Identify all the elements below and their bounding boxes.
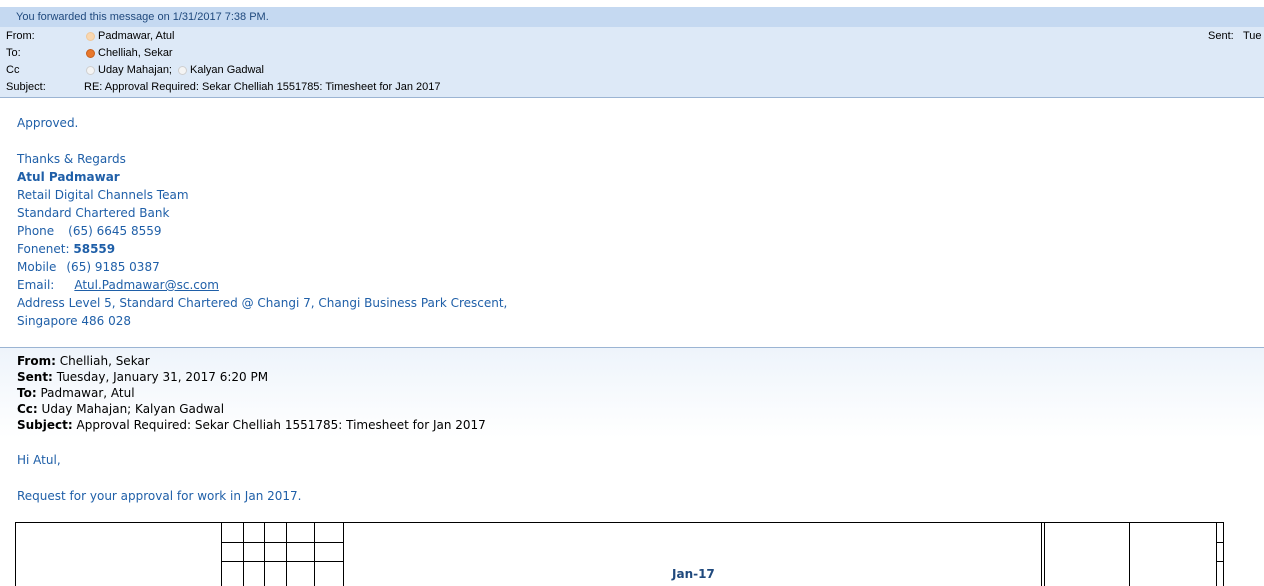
table-divider	[1216, 523, 1217, 586]
table-row-line	[1216, 561, 1224, 562]
fonenet-label: Fonenet:	[17, 242, 70, 256]
table-divider	[286, 523, 287, 586]
to-value[interactable]: Chelliah, Sekar	[84, 45, 173, 62]
presence-icon	[86, 32, 95, 41]
cc-name[interactable]: Kalyan Gadwal	[190, 62, 264, 79]
cc-value: Uday Mahajan; Kalyan Gadwal	[84, 62, 264, 79]
email-label: Email:	[17, 278, 55, 292]
table-divider	[1041, 523, 1042, 586]
signature-email: Email: Atul.Padmawar@sc.com	[17, 276, 219, 294]
fwd-subject-value: Approval Required: Sekar Chelliah 155178…	[76, 418, 486, 432]
table-divider	[221, 523, 222, 586]
subject-label: Subject:	[6, 81, 46, 93]
signature-name: Atul Padmawar	[17, 170, 120, 184]
to-label: To:	[6, 47, 21, 59]
message-body[interactable]: Approved. Thanks & Regards Atul Padmawar…	[0, 97, 1264, 586]
mobile-label: Mobile	[17, 260, 57, 274]
forwarded-info-bar: You forwarded this message on 1/31/2017 …	[0, 7, 1264, 27]
fwd-from-label: From:	[17, 354, 56, 368]
forwarded-info-text: You forwarded this message on 1/31/2017 …	[16, 11, 269, 23]
fwd-sent-label: Sent:	[17, 370, 53, 384]
fwd-to-label: To:	[17, 386, 37, 400]
signature-bank: Standard Chartered Bank	[17, 206, 170, 220]
fwd-greeting: Hi Atul,	[17, 453, 61, 467]
signature-address-line1: Address Level 5, Standard Chartered @ Ch…	[17, 296, 508, 310]
table-divider	[1129, 523, 1130, 586]
signature-address-line2: Singapore 486 028	[17, 314, 131, 328]
signature-phone: Phone (65) 6645 8559	[17, 222, 162, 240]
top-strip	[0, 0, 1264, 7]
mobile-value: (65) 9185 0387	[66, 260, 160, 274]
regards-text: Thanks & Regards	[17, 152, 126, 166]
fwd-cc: Cc: Uday Mahajan; Kalyan Gadwal	[17, 401, 224, 417]
timesheet-table: Jan-17	[15, 522, 1224, 586]
presence-icon	[86, 49, 95, 58]
phone-label: Phone	[17, 224, 55, 238]
from-value[interactable]: Padmawar, Atul	[84, 28, 174, 45]
fwd-subject: Subject: Approval Required: Sekar Chelli…	[17, 417, 486, 433]
table-divider	[314, 523, 315, 586]
fonenet-value: 58559	[73, 242, 116, 256]
fwd-cc-value: Uday Mahajan; Kalyan Gadwal	[41, 402, 225, 416]
subject-value: RE: Approval Required: Sekar Chelliah 15…	[84, 81, 441, 93]
email-link[interactable]: Atul.Padmawar@sc.com	[74, 278, 219, 292]
fwd-request: Request for your approval for work in Ja…	[17, 489, 302, 503]
fwd-sent-value: Tuesday, January 31, 2017 6:20 PM	[56, 370, 269, 384]
fwd-to: To: Padmawar, Atul	[17, 385, 135, 401]
sent-label: Sent:	[1208, 30, 1234, 42]
fwd-cc-label: Cc:	[17, 402, 38, 416]
table-divider	[1044, 523, 1045, 586]
from-name[interactable]: Padmawar, Atul	[98, 28, 174, 45]
fwd-from-value: Chelliah, Sekar	[59, 354, 150, 368]
table-month-header: Jan-17	[672, 567, 715, 581]
from-label: From:	[6, 30, 35, 42]
signature-team: Retail Digital Channels Team	[17, 188, 189, 202]
table-row-line	[221, 542, 343, 543]
table-divider	[264, 523, 265, 586]
fwd-sent: Sent: Tuesday, January 31, 2017 6:20 PM	[17, 369, 268, 385]
fwd-from: From: Chelliah, Sekar	[17, 353, 150, 369]
cc-label: Cc	[6, 64, 20, 76]
to-name[interactable]: Chelliah, Sekar	[98, 45, 173, 62]
cc-name[interactable]: Uday Mahajan;	[98, 62, 172, 79]
presence-icon	[178, 66, 187, 75]
table-row-line	[1216, 542, 1224, 543]
table-row-line	[221, 561, 343, 562]
table-divider	[343, 523, 344, 586]
phone-value: (65) 6645 8559	[68, 224, 162, 238]
signature-fonenet: Fonenet: 58559	[17, 240, 115, 258]
fwd-to-value: Padmawar, Atul	[40, 386, 135, 400]
signature-mobile: Mobile (65) 9185 0387	[17, 258, 160, 276]
fwd-subject-label: Subject:	[17, 418, 73, 432]
table-divider	[243, 523, 244, 586]
presence-icon	[86, 66, 95, 75]
message-header: From: Padmawar, Atul Sent: Tue To: Chell…	[0, 27, 1264, 97]
approved-text: Approved.	[17, 116, 79, 130]
sent-value: Tue	[1243, 30, 1262, 42]
